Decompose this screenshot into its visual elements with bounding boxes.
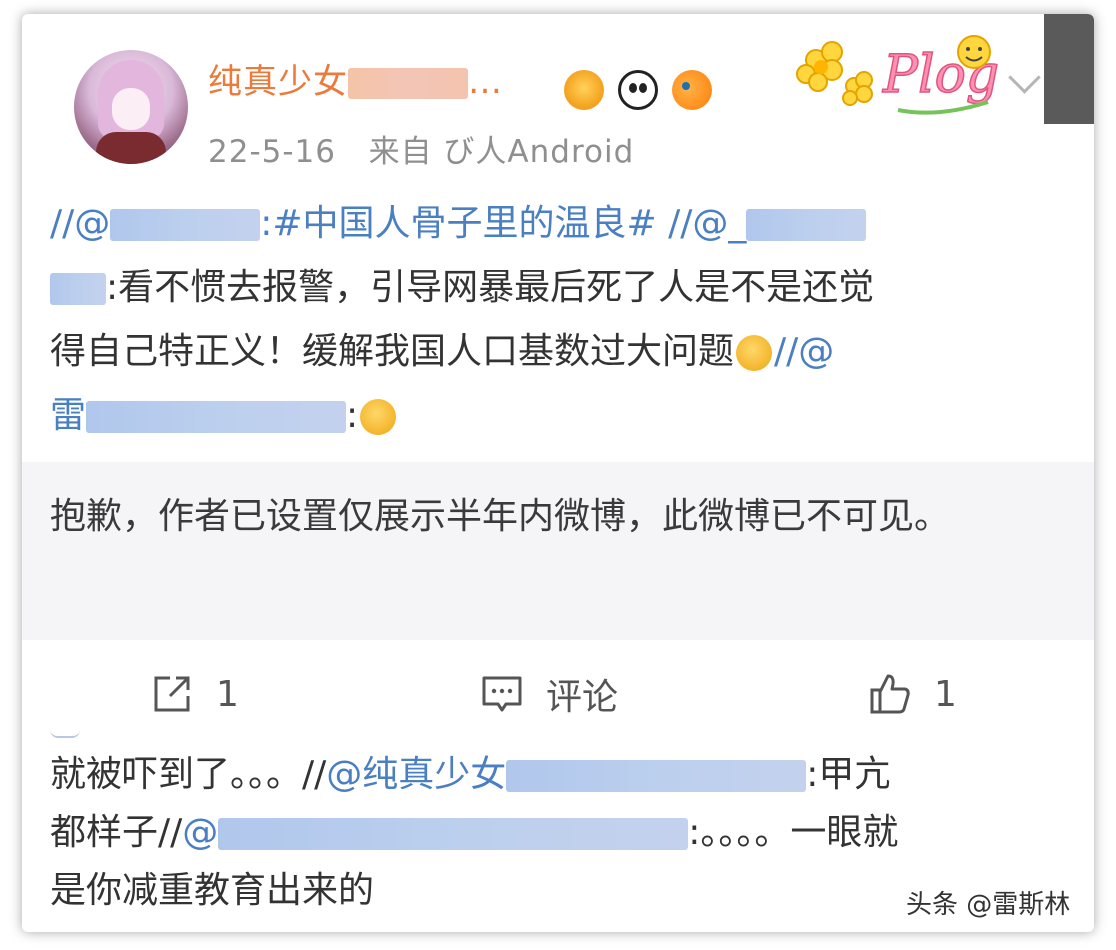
share-count: 1 (216, 673, 239, 715)
repost-mention-1-text: @纯真少女 (326, 754, 507, 795)
like-count: 1 (934, 673, 957, 715)
content-text-3: 得自己特正义！缓解我国人口基数过大问题 (50, 331, 735, 372)
crown-badge-icon[interactable] (564, 70, 604, 110)
content-text-2: :看不惯去报警，引导网暴最后死了人是不是还觉 (106, 267, 875, 308)
mention-link[interactable]: //@ (50, 203, 261, 244)
avatar-face (112, 88, 150, 130)
section-divider (50, 730, 80, 738)
repost-tail-1: :甲亢 (806, 754, 891, 795)
action-bar: 1 评论 1 (22, 650, 1094, 738)
share-button[interactable]: 1 (150, 664, 239, 724)
content-line: :看不惯去报警，引导网暴最后死了人是不是还觉 (50, 256, 1060, 320)
content-line: 得自己特正义！缓解我国人口基数过大问题 //@ (50, 320, 1060, 384)
mention-blur-3 (50, 272, 106, 306)
more-chevron-icon[interactable] (1008, 61, 1041, 94)
repost-mention-2[interactable]: @ (182, 812, 689, 853)
post-meta: 22-5-16 来自 び人Android (208, 126, 634, 171)
avatar[interactable] (74, 50, 188, 164)
username-suffix: … (468, 62, 503, 102)
plog-sticker-icon: Plog (796, 35, 1000, 115)
comment-label: 评论 (546, 677, 619, 718)
comment-icon (482, 676, 522, 712)
thumbs-up-icon (870, 674, 910, 714)
content-colon: : (346, 395, 359, 436)
laugh-cry-emoji-icon (736, 335, 773, 371)
mention-link-4[interactable]: //@ (774, 331, 834, 372)
repost-text-1: 就被吓到了。。。// (50, 754, 327, 795)
mention-link-5[interactable]: 雷 (50, 395, 347, 436)
fish-badge-icon[interactable] (672, 70, 712, 110)
mention-blur (110, 208, 261, 242)
notice-text: 抱歉，作者已设置仅展示半年内微博，此微博已不可见。 (50, 496, 951, 537)
content-line: 雷: (50, 384, 1060, 448)
watermark: 头条 @雷斯林 (906, 890, 1071, 920)
repost-tail-2: :。。。。一眼就 (688, 812, 899, 853)
content-line: //@ :#中国人骨子里的温良# //@_ (50, 192, 1060, 256)
username-blur (348, 68, 468, 99)
username-text: 纯真少女 (208, 62, 348, 102)
repost-line: 都样子//@ :。。。。一眼就 (50, 804, 1070, 862)
repost-mention-1[interactable]: @纯真少女 (326, 754, 807, 795)
mention-link-2[interactable]: //@_ (657, 203, 867, 244)
hidden-notice: 抱歉，作者已设置仅展示半年内微博，此微博已不可见。 (22, 462, 1094, 640)
post-source: 来自 び人Android (368, 134, 635, 170)
repost-line: 就被吓到了。。。//@纯真少女 :甲亢 (50, 746, 1070, 804)
panda-badge-icon[interactable] (618, 70, 658, 110)
weibo-card: 纯真少女 … Plog 22-5-16 来自 び人Android //@ :#中国人… (22, 14, 1094, 932)
avatar-body (96, 132, 166, 164)
like-button[interactable]: 1 (868, 664, 957, 724)
mention-prefix-5: 雷 (50, 395, 87, 436)
thinking-emoji-icon (360, 399, 397, 435)
repost-blur-2 (218, 817, 689, 851)
post-content: //@ :#中国人骨子里的温良# //@_ :看不惯去报警，引导网暴最后死了人是不… (50, 192, 1060, 448)
username[interactable]: 纯真少女 … (208, 54, 503, 103)
share-icon (154, 676, 190, 712)
comment-button[interactable]: 评论 (480, 664, 618, 724)
mention-blur-5 (86, 400, 347, 434)
repost-blur-1 (506, 759, 807, 793)
post-date: 22-5-16 (208, 134, 336, 170)
mention-blur-2 (746, 208, 867, 242)
repost-text-2: 都样子// (50, 812, 183, 853)
corner-fold (1044, 14, 1094, 124)
mention-prefix: //@ (50, 203, 111, 244)
topic-link[interactable]: :#中国人骨子里的温良# (260, 203, 656, 244)
repost-mention-2-text: @ (182, 812, 219, 853)
mention-prefix-2: //@_ (656, 203, 747, 244)
repost-text-3: 是你减重教育出来的 (50, 870, 375, 911)
